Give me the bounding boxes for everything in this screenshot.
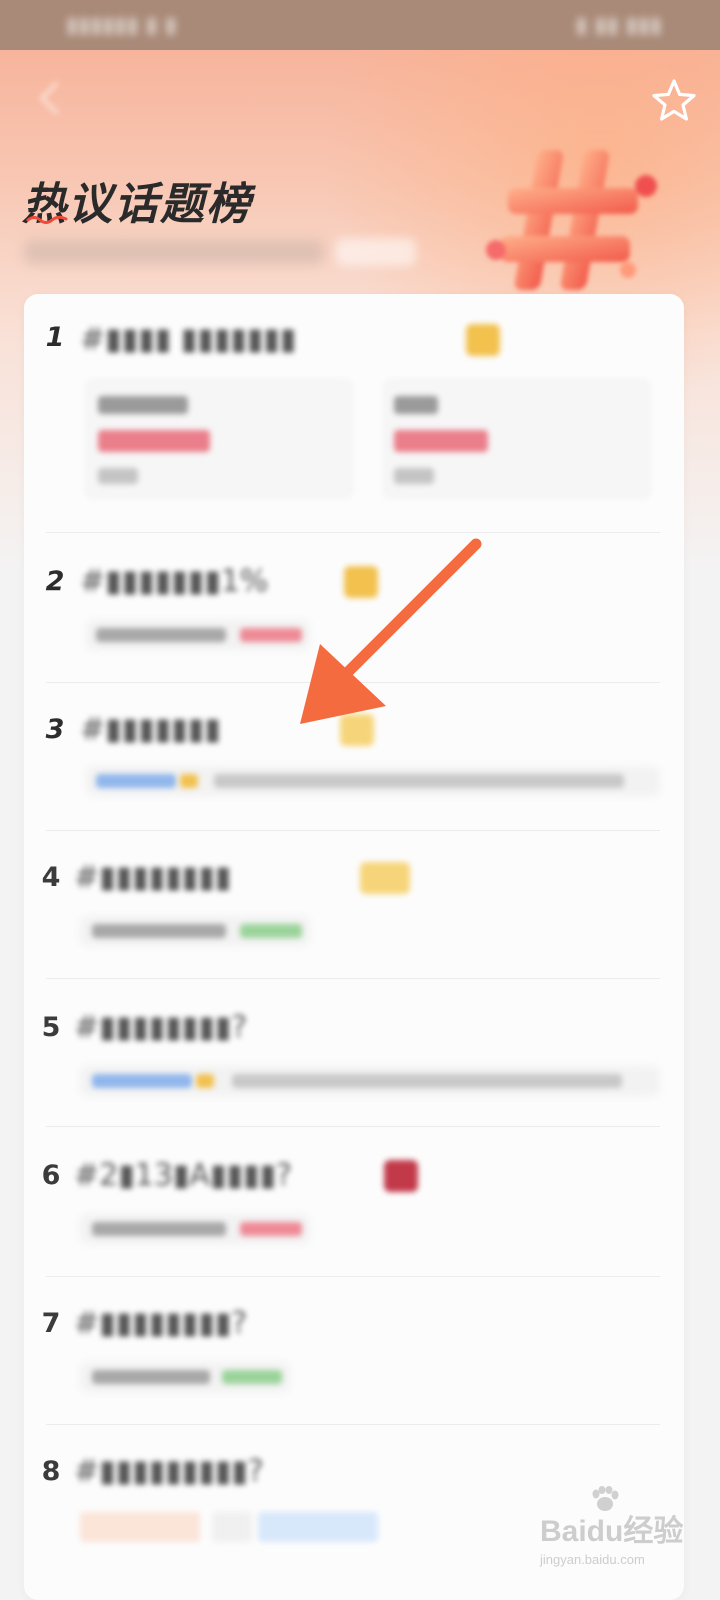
row-divider xyxy=(46,830,660,831)
topic-title[interactable]: #▮▮▮▮▮▮▮1% xyxy=(80,564,268,599)
status-indicators: ▮ ▮▮ ▮▮▮ xyxy=(575,12,662,38)
topic-tag xyxy=(360,862,410,894)
meta-text xyxy=(214,774,624,788)
topic-title[interactable]: #▮▮▮▮▮▮▮▮? xyxy=(74,1010,247,1045)
row-divider xyxy=(46,978,660,979)
meta-icon xyxy=(196,1074,214,1088)
option-pill[interactable] xyxy=(258,1512,378,1542)
meta-text xyxy=(96,628,226,642)
topic-rank: 7 xyxy=(41,1308,61,1339)
option-pill[interactable] xyxy=(212,1512,252,1542)
topic-title[interactable]: #▮▮▮▮▮▮▮▮▮? xyxy=(74,1454,264,1489)
topic-title[interactable]: #▮▮▮▮▮▮▮▮ xyxy=(74,860,231,895)
topic-rank: 3 xyxy=(40,714,70,745)
meta-change xyxy=(240,924,302,938)
title-underline xyxy=(26,215,68,224)
meta-text xyxy=(92,1222,226,1236)
topic-title[interactable]: #2▮13▮A▮▮▮▮? xyxy=(74,1158,292,1193)
meta-text xyxy=(92,924,226,938)
topic-rank: 8 xyxy=(41,1456,61,1487)
rules-button[interactable] xyxy=(336,238,416,266)
topic-title[interactable]: #▮▮▮▮▮▮▮ xyxy=(80,712,221,747)
topic-tag xyxy=(466,324,500,356)
row-divider xyxy=(46,1126,660,1127)
topic-rank: 2 xyxy=(40,566,70,597)
stat-note xyxy=(394,468,434,484)
topic-rank: 4 xyxy=(41,862,61,893)
topic-rank: 1 xyxy=(40,322,70,353)
meta-icon xyxy=(180,774,198,788)
meta-label xyxy=(96,774,176,788)
row-divider xyxy=(46,1424,660,1425)
stat-label xyxy=(394,396,438,414)
status-carrier: ▮▮▮▮▮▮ ▮ ▮ xyxy=(66,12,177,38)
topic-title[interactable]: #▮▮▮▮ ▮▮▮▮▮▮▮ xyxy=(80,322,296,357)
back-arrow-icon[interactable] xyxy=(30,78,70,118)
stat-label xyxy=(98,396,188,414)
stat-note xyxy=(98,468,138,484)
meta-text xyxy=(232,1074,622,1088)
topic-rank: 5 xyxy=(41,1012,61,1043)
topic-rank: 6 xyxy=(41,1160,61,1191)
status-bar: ▮▮▮▮▮▮ ▮ ▮ ▮ ▮▮ ▮▮▮ xyxy=(0,0,720,50)
pointer-arrow-icon xyxy=(300,538,482,724)
meta-change xyxy=(222,1370,282,1384)
row-divider xyxy=(46,1276,660,1277)
meta-label xyxy=(92,1074,192,1088)
meta-change xyxy=(240,1222,302,1236)
meta-text xyxy=(92,1370,210,1384)
stat-change xyxy=(98,430,210,452)
page-subtitle xyxy=(24,240,324,264)
star-icon[interactable] xyxy=(650,77,698,125)
option-pill[interactable] xyxy=(80,1512,200,1542)
stat-change xyxy=(394,430,488,452)
topic-tag xyxy=(384,1160,418,1192)
watermark-domain: jingyan.baidu.com xyxy=(540,1552,645,1567)
paw-icon xyxy=(592,1486,619,1511)
topic-title[interactable]: #▮▮▮▮▮▮▮▮? xyxy=(74,1306,247,1341)
watermark-brand: Baidu经验 xyxy=(540,1515,684,1548)
hashtag-decoration-icon xyxy=(486,150,657,290)
baidu-watermark: Baidu经验 jingyan.baidu.com xyxy=(540,1486,700,1572)
